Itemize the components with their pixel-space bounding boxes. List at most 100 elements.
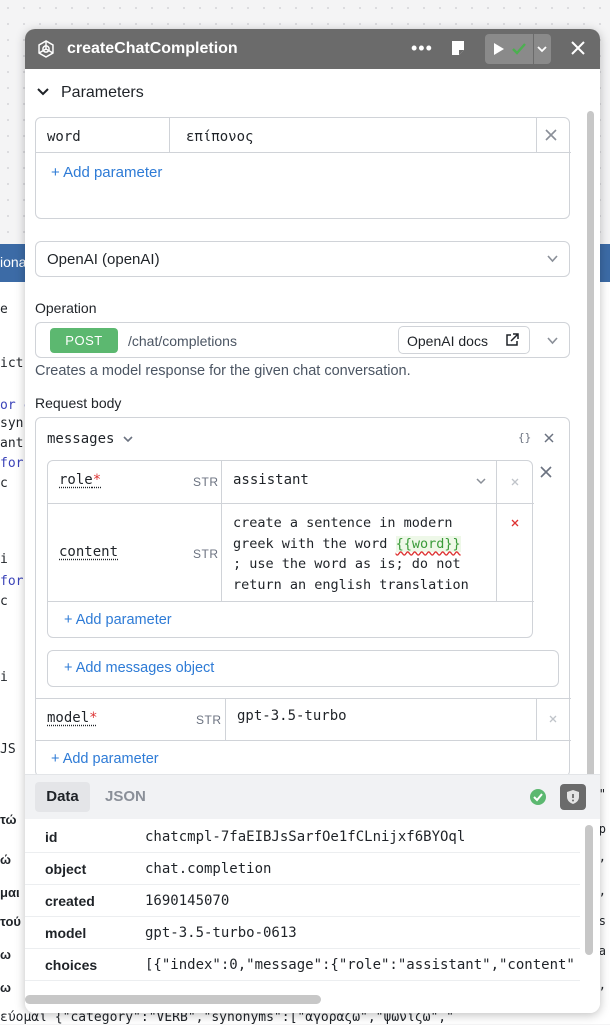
chevron-down-icon[interactable] bbox=[123, 436, 133, 443]
chevron-down-icon[interactable] bbox=[537, 44, 547, 54]
remove-model-icon[interactable] bbox=[549, 715, 557, 723]
background-code-line: c bbox=[0, 476, 8, 491]
row-divider bbox=[36, 152, 571, 153]
parameters-heading[interactable]: Parameters bbox=[61, 84, 144, 102]
request-body-box: messages {} role* STR assistant content … bbox=[35, 417, 571, 774]
connection-select[interactable]: OpenAI (openAI) bbox=[35, 241, 570, 277]
braces-icon[interactable]: {} bbox=[518, 431, 531, 444]
data-value: chatcmpl-7faEIBJsSarfOe1fCLnijxf6BYOql bbox=[145, 829, 466, 845]
docs-button-label: OpenAI docs bbox=[407, 333, 488, 349]
cell-divider bbox=[221, 461, 222, 503]
background-left-word: ώ bbox=[0, 852, 11, 867]
required-marker: * bbox=[89, 710, 98, 726]
data-row[interactable]: object chat.completion bbox=[25, 853, 580, 885]
background-code-line: ant bbox=[0, 436, 24, 451]
chevron-down-icon bbox=[547, 337, 558, 345]
openai-logo-icon bbox=[38, 40, 54, 58]
data-value: gpt-3.5-turbo-0613 bbox=[145, 925, 297, 941]
type-tag: STR bbox=[196, 713, 222, 727]
add-messages-object-button[interactable]: + Add messages object bbox=[47, 650, 559, 687]
content-key[interactable]: content bbox=[59, 544, 118, 560]
config-scroll-area[interactable]: Parameters word επίπονος + Add parameter… bbox=[25, 69, 600, 774]
data-row[interactable]: model gpt-3.5-turbo-0613 bbox=[25, 917, 580, 949]
data-key: object bbox=[45, 861, 87, 877]
content-line-text: greek with the word bbox=[233, 535, 396, 552]
success-check-icon bbox=[530, 789, 546, 805]
row-divider bbox=[48, 503, 534, 504]
background-left-word: ω bbox=[0, 980, 11, 995]
data-value: 1690145070 bbox=[145, 893, 230, 909]
more-horizontal-icon[interactable]: ••• bbox=[411, 38, 433, 58]
tab-data[interactable]: Data bbox=[35, 782, 90, 812]
remove-object-icon[interactable] bbox=[540, 466, 552, 478]
remove-param-icon[interactable] bbox=[545, 129, 557, 141]
content-line: create a sentence in modern bbox=[233, 515, 453, 531]
messages-object: role* STR assistant content STR create a… bbox=[47, 460, 534, 638]
cell-divider bbox=[221, 503, 222, 601]
operation-description: Creates a model response for the given c… bbox=[35, 363, 411, 379]
data-value: [{"index":0,"message":{"role":"assistant… bbox=[145, 957, 575, 973]
docs-button[interactable]: OpenAI docs bbox=[398, 326, 530, 354]
model-value[interactable]: gpt-3.5-turbo bbox=[237, 708, 347, 724]
row-divider bbox=[36, 698, 571, 699]
data-vertical-scrollbar[interactable] bbox=[585, 825, 593, 955]
play-icon[interactable] bbox=[493, 42, 505, 56]
remove-content-icon[interactable] bbox=[511, 519, 519, 527]
tab-json[interactable]: JSON bbox=[105, 788, 146, 805]
content-line: ; use the word as is; do not bbox=[233, 556, 461, 572]
run-button-group[interactable] bbox=[485, 34, 551, 64]
data-row[interactable]: id chatcmpl-7faEIBJsSarfOe1fCLnijxf6BYOql bbox=[25, 821, 580, 853]
http-method-badge: POST bbox=[50, 328, 118, 353]
remove-messages-icon[interactable] bbox=[544, 433, 554, 443]
cell-divider bbox=[169, 118, 170, 152]
add-messages-object-label: + Add messages object bbox=[64, 660, 215, 676]
required-marker: * bbox=[92, 472, 102, 488]
close-icon[interactable] bbox=[571, 41, 585, 55]
config-scrollbar[interactable] bbox=[587, 111, 594, 774]
cell-divider bbox=[536, 698, 537, 740]
data-panel: Data JSON id chatcmpl-7faEIBJsSarfOe1fCLn… bbox=[25, 774, 600, 1013]
shield-alert-icon bbox=[567, 790, 579, 804]
background-left-word: τού bbox=[0, 914, 21, 929]
check-icon bbox=[512, 43, 526, 55]
title-bar: createChatCompletion ••• bbox=[25, 29, 600, 69]
chevron-down-icon[interactable] bbox=[37, 87, 49, 97]
external-link-icon bbox=[506, 333, 519, 346]
type-tag: STR bbox=[193, 475, 219, 489]
add-parameter-button[interactable]: + Add parameter bbox=[51, 164, 162, 181]
chevron-down-icon[interactable] bbox=[476, 478, 486, 485]
background-code-line: c bbox=[0, 594, 8, 609]
data-row[interactable]: created 1690145070 bbox=[25, 885, 580, 917]
note-icon[interactable] bbox=[451, 40, 465, 56]
data-row[interactable]: choices [{"index":0,"message":{"role":"as… bbox=[25, 949, 580, 981]
role-key[interactable]: role* bbox=[59, 472, 101, 488]
operation-select[interactable]: POST /chat/completions OpenAI docs bbox=[35, 322, 570, 358]
data-horizontal-scrollbar[interactable] bbox=[25, 995, 321, 1004]
window-title: createChatCompletion bbox=[67, 40, 238, 57]
background-left-word: ω bbox=[0, 947, 11, 962]
background-code-line: i bbox=[0, 552, 8, 567]
param-name[interactable]: word bbox=[47, 129, 81, 145]
background-left-word: τώ bbox=[0, 812, 17, 827]
chevron-down-icon bbox=[547, 255, 558, 263]
remove-role-icon[interactable] bbox=[511, 478, 519, 486]
template-variable: {{word}} bbox=[395, 535, 461, 552]
add-inner-parameter-button[interactable]: + Add parameter bbox=[64, 612, 172, 628]
background-left-word: μαι bbox=[0, 885, 20, 900]
data-tabs: Data JSON bbox=[25, 775, 600, 819]
background-code-line: e bbox=[0, 302, 8, 317]
add-body-parameter-button[interactable]: + Add parameter bbox=[51, 751, 159, 767]
background-code-line: JS bbox=[0, 742, 16, 757]
messages-key[interactable]: messages bbox=[47, 431, 114, 447]
content-line: greek with the word {{word}} bbox=[233, 534, 469, 555]
warning-button[interactable] bbox=[560, 784, 586, 810]
cell-divider bbox=[496, 503, 497, 601]
background-header-text: iona bbox=[0, 254, 27, 270]
role-value[interactable]: assistant bbox=[233, 472, 309, 488]
param-value[interactable]: επίπονος bbox=[186, 129, 253, 145]
node-config-window: createChatCompletion ••• Parameters word… bbox=[25, 29, 600, 1013]
content-value[interactable]: create a sentence in modern greek with t… bbox=[233, 513, 469, 595]
background-code-line: for bbox=[0, 574, 24, 589]
model-key[interactable]: model* bbox=[47, 710, 98, 726]
cell-divider bbox=[496, 461, 497, 503]
